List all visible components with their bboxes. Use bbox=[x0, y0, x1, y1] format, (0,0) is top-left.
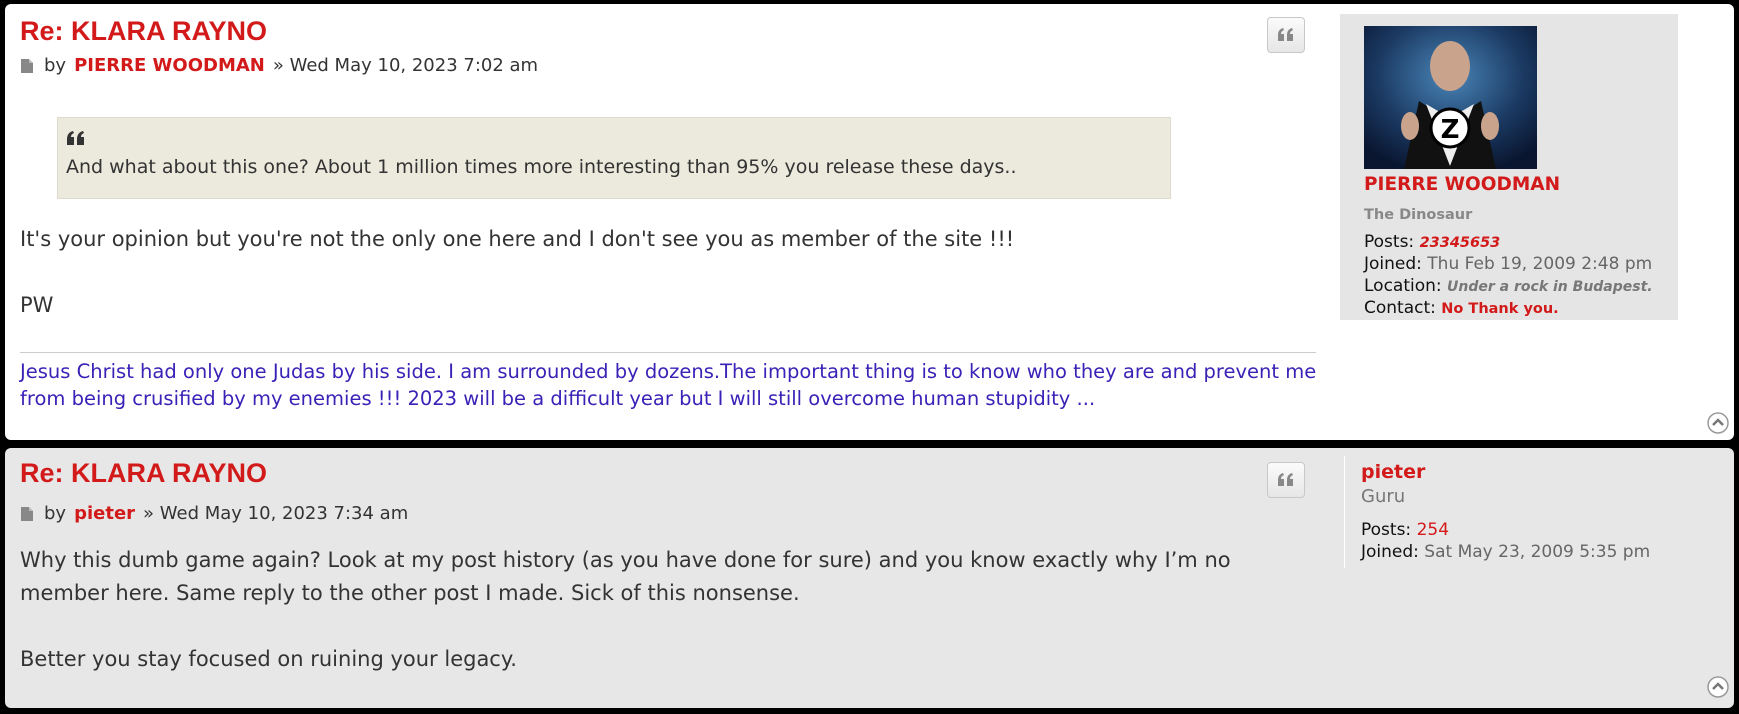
joined-value: Sat May 23, 2009 5:35 pm bbox=[1424, 542, 1651, 562]
posts-label: Posts: bbox=[1364, 232, 1415, 252]
back-to-top-icon[interactable] bbox=[1707, 412, 1729, 434]
posts-count-link[interactable]: 23345653 bbox=[1420, 235, 1501, 251]
profile-contact: Contact: No Thank you. bbox=[1364, 298, 1559, 318]
quote-mark-icon bbox=[67, 131, 84, 145]
contact-value[interactable]: No Thank you. bbox=[1441, 301, 1558, 317]
post-body-line: Better you stay focused on ruining your … bbox=[20, 647, 517, 671]
back-to-top-icon[interactable] bbox=[1707, 676, 1729, 698]
profile-username[interactable]: PIERRE WOODMAN bbox=[1364, 174, 1560, 195]
post-author-link[interactable]: pieter bbox=[74, 503, 135, 524]
profile-rank: Guru bbox=[1361, 486, 1406, 507]
profile-joined: Joined: Thu Feb 19, 2009 2:48 pm bbox=[1364, 254, 1652, 274]
joined-label: Joined: bbox=[1364, 254, 1422, 274]
contact-label: Contact: bbox=[1364, 298, 1436, 318]
post-body-line: Why this dumb game again? Look at my pos… bbox=[20, 548, 1231, 605]
post-datetime: » Wed May 10, 2023 7:02 am bbox=[272, 55, 539, 76]
post-profile: pieter Guru Posts: 254 Joined: Sat May 2… bbox=[1344, 456, 1685, 568]
joined-value: Thu Feb 19, 2009 2:48 pm bbox=[1427, 254, 1653, 274]
post-body-line: PW bbox=[20, 293, 54, 317]
post-document-icon[interactable] bbox=[20, 506, 34, 522]
profile-location: Location: Under a rock in Budapest. bbox=[1364, 276, 1653, 296]
quote-button[interactable] bbox=[1267, 17, 1305, 53]
post-profile: Z PIERRE WOODMAN The Dinosaur Posts: 233… bbox=[1340, 14, 1678, 320]
post-body-line: It's your opinion but you're not the onl… bbox=[20, 227, 1015, 251]
posts-count-link[interactable]: 254 bbox=[1417, 520, 1449, 540]
post-document-icon[interactable] bbox=[20, 58, 34, 74]
quote-icon bbox=[1278, 28, 1293, 41]
quote-icon bbox=[1278, 473, 1293, 486]
posts-label: Posts: bbox=[1361, 520, 1412, 540]
post-title[interactable]: Re: KLARA RAYNO bbox=[20, 458, 267, 489]
post-datetime: » Wed May 10, 2023 7:34 am bbox=[143, 503, 409, 524]
quoted-message: And what about this one? About 1 million… bbox=[57, 117, 1171, 199]
profile-posts: Posts: 254 bbox=[1361, 520, 1449, 540]
post-byline: by PIERRE WOODMAN » Wed May 10, 2023 7:0… bbox=[20, 55, 538, 76]
byline-by: by bbox=[44, 55, 67, 76]
quote-button[interactable] bbox=[1267, 462, 1305, 498]
location-value: Under a rock in Budapest. bbox=[1447, 279, 1653, 295]
user-signature: Jesus Christ had only one Judas by his s… bbox=[20, 360, 1317, 410]
byline-by: by bbox=[44, 503, 67, 524]
profile-username[interactable]: pieter bbox=[1361, 461, 1425, 483]
location-label: Location: bbox=[1364, 276, 1442, 296]
profile-rank: The Dinosaur bbox=[1364, 207, 1473, 223]
post-1: Re: KLARA RAYNO by PIERRE WOODMAN » Wed … bbox=[5, 4, 1734, 440]
svg-text:Z: Z bbox=[1441, 115, 1460, 145]
avatar[interactable]: Z bbox=[1364, 26, 1537, 169]
profile-joined: Joined: Sat May 23, 2009 5:35 pm bbox=[1361, 542, 1650, 562]
post-2: Re: KLARA RAYNO by pieter » Wed May 10, … bbox=[5, 448, 1734, 708]
signature-divider bbox=[20, 352, 1316, 353]
post-byline: by pieter » Wed May 10, 2023 7:34 am bbox=[20, 503, 408, 524]
post-title[interactable]: Re: KLARA RAYNO bbox=[20, 16, 267, 47]
joined-label: Joined: bbox=[1361, 542, 1419, 562]
quote-text: And what about this one? About 1 million… bbox=[66, 156, 1017, 178]
profile-posts: Posts: 23345653 bbox=[1364, 232, 1500, 252]
post-author-link[interactable]: PIERRE WOODMAN bbox=[74, 55, 265, 76]
